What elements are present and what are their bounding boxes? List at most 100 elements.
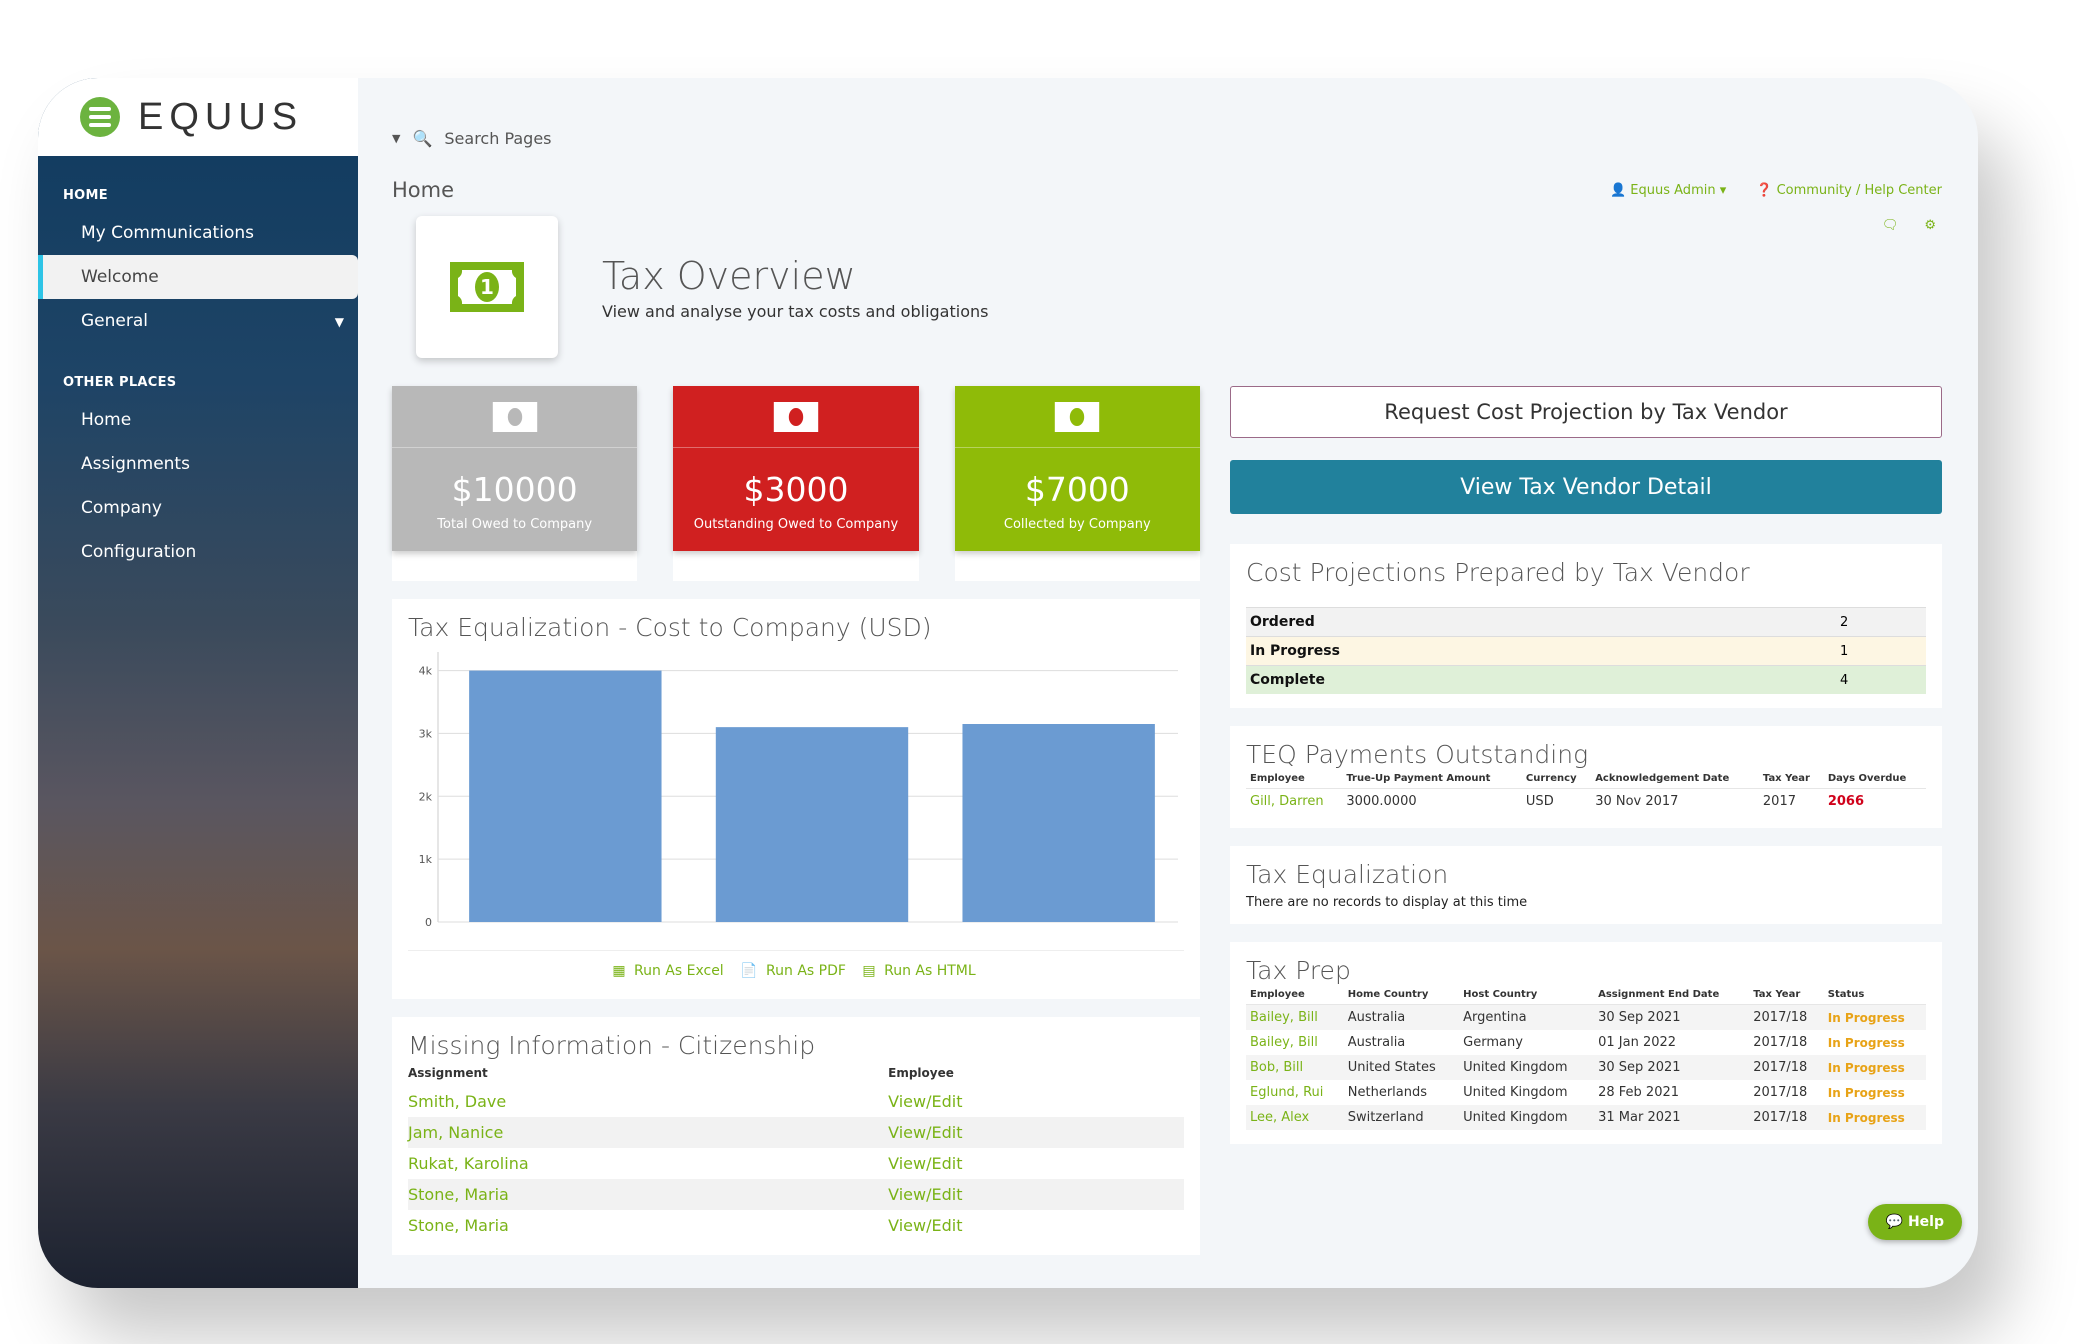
table-cell: Australia bbox=[1343, 1004, 1460, 1030]
run-html-label: Run As HTML bbox=[884, 963, 976, 979]
chat-bubble-icon: 💬 bbox=[1885, 1214, 1908, 1230]
table-cell: United Kingdom bbox=[1459, 1055, 1595, 1080]
table-cell: 30 Sep 2021 bbox=[1594, 1004, 1750, 1030]
table-cell: 30 Nov 2017 bbox=[1595, 794, 1679, 809]
employee-link[interactable]: Bailey, Bill bbox=[1246, 1030, 1344, 1055]
chart-title: Tax Equalization - Cost to Company (USD) bbox=[408, 613, 932, 642]
brand-name: EQUUS bbox=[138, 95, 304, 138]
user-menu[interactable]: 👤 Equus Admin ▾ bbox=[1610, 183, 1726, 198]
table-cell: 2017/18 bbox=[1753, 1085, 1808, 1100]
kpi-value: $10000 bbox=[451, 470, 578, 509]
tax-equalization-chart-panel: Tax Equalization - Cost to Company (USD)… bbox=[392, 599, 1200, 999]
table-row: Stone, Maria View/Edit bbox=[408, 1210, 1184, 1241]
column-header: Employee bbox=[1246, 985, 1344, 1005]
sidebar-item-welcome[interactable]: Welcome bbox=[38, 255, 358, 299]
run-as-excel-link[interactable]: ▦ Run As Excel bbox=[612, 963, 727, 979]
kpi-label: Collected by Company bbox=[1003, 517, 1151, 532]
y-tick-label: 3k bbox=[419, 727, 433, 740]
column-header: Home Country bbox=[1343, 985, 1460, 1005]
page-title: Tax Overview bbox=[602, 253, 856, 298]
view-tax-vendor-detail-button[interactable]: View Tax Vendor Detail bbox=[1230, 460, 1942, 514]
logo[interactable]: EQUUS bbox=[38, 78, 358, 156]
missing-info-title: Missing Information - Citizenship bbox=[408, 1031, 816, 1060]
table-cell: Germany bbox=[1463, 1035, 1523, 1050]
kpi-collected[interactable]: $7000 Collected by Company bbox=[954, 386, 1200, 551]
sidebar-item-label: Home bbox=[81, 410, 132, 430]
gear-icon[interactable]: ⚙ bbox=[1924, 218, 1936, 233]
table-row: Ordered 2 bbox=[1246, 607, 1926, 637]
status-count: 1 bbox=[1836, 636, 1926, 666]
table-cell: Australia bbox=[1347, 1035, 1406, 1050]
sidebar-item-home[interactable]: Home bbox=[38, 398, 358, 442]
nav-heading-other-places: OTHER PLACES bbox=[63, 375, 177, 390]
user-icon: 👤 bbox=[1609, 182, 1631, 198]
table-cell: 31 Mar 2021 bbox=[1594, 1105, 1750, 1130]
bar[interactable] bbox=[715, 727, 909, 922]
help-label: Help bbox=[1907, 1214, 1944, 1230]
column-header: True-Up Payment Amount bbox=[1342, 769, 1522, 789]
view-edit-link[interactable]: View/Edit bbox=[888, 1117, 1184, 1148]
sidebar-item-general[interactable]: General ▼ bbox=[38, 299, 358, 343]
employee-link[interactable]: Gill, Darren bbox=[1246, 789, 1342, 815]
sidebar-item-company[interactable]: Company bbox=[38, 486, 358, 530]
column-header: Host Country bbox=[1459, 985, 1595, 1005]
y-tick-label: 1k bbox=[419, 853, 433, 866]
tax-prep-table: Employee Home Country Host Country Assignme… bbox=[1246, 985, 1926, 1130]
sidebar-item-label: My Communications bbox=[81, 223, 254, 243]
assignment-link[interactable]: Stone, Maria bbox=[408, 1179, 889, 1210]
column-header: Currency bbox=[1521, 769, 1592, 789]
kpi-value: $3000 bbox=[743, 470, 849, 509]
column-header: Tax Year bbox=[1758, 769, 1824, 789]
column-header: Employee bbox=[1246, 769, 1343, 789]
table-row: Bailey, Bill Australia Germany 01 Jan 2022 2… bbox=[1246, 1030, 1926, 1055]
employee-link[interactable]: Lee, Alex bbox=[1246, 1105, 1344, 1130]
sidebar-item-assignments[interactable]: Assignments bbox=[38, 442, 358, 486]
missing-info-panel: Missing Information - Citizenship Assign… bbox=[392, 1017, 1200, 1255]
user-name: Equus Admin bbox=[1630, 182, 1716, 198]
kpi-total-owed[interactable]: $10000 Total Owed to Company bbox=[392, 386, 638, 551]
caret-down-icon[interactable]: ▼ bbox=[392, 132, 400, 145]
employee-link[interactable]: Bob, Bill bbox=[1246, 1055, 1344, 1080]
table-cell: 28 Feb 2021 bbox=[1598, 1085, 1680, 1100]
table-cell: 2066 bbox=[1827, 794, 1865, 809]
status-label: Complete bbox=[1246, 665, 1836, 694]
view-edit-link[interactable]: View/Edit bbox=[888, 1210, 1184, 1241]
sidebar-item-label: Configuration bbox=[81, 542, 197, 562]
table-row: In Progress 1 bbox=[1246, 636, 1926, 666]
sidebar-item-my-communications[interactable]: My Communications bbox=[38, 211, 358, 255]
assignment-link[interactable]: Rukat, Karolina bbox=[408, 1148, 888, 1179]
bar[interactable] bbox=[962, 724, 1155, 922]
run-as-pdf-link[interactable]: 📄 Run As PDF bbox=[740, 963, 850, 979]
assignment-link[interactable]: Jam, Nanice bbox=[408, 1117, 889, 1148]
employee-link[interactable]: Eglund, Rui bbox=[1246, 1080, 1344, 1105]
sidebar-item-configuration[interactable]: Configuration bbox=[38, 530, 358, 574]
table-row: Complete 4 bbox=[1246, 665, 1926, 694]
kpi-outstanding-owed[interactable]: $3000 Outstanding Owed to Company bbox=[673, 386, 919, 551]
status-label: Ordered bbox=[1246, 607, 1836, 637]
bar[interactable] bbox=[469, 670, 662, 922]
teq-title: TEQ Payments Outstanding bbox=[1246, 740, 1589, 769]
employee-link[interactable]: Bailey, Bill bbox=[1246, 1004, 1344, 1030]
sidebar-item-label: Assignments bbox=[81, 454, 190, 474]
tax-eq-title: Tax Equalization bbox=[1246, 860, 1449, 889]
app-window: EQUUS HOME My Communications Welcome Gen… bbox=[38, 78, 1978, 1288]
comment-icon[interactable]: 🗨 bbox=[1882, 218, 1899, 233]
view-edit-link[interactable]: View/Edit bbox=[888, 1148, 1184, 1179]
view-edit-link[interactable]: View/Edit bbox=[888, 1086, 1184, 1117]
view-edit-link[interactable]: View/Edit bbox=[888, 1179, 1184, 1210]
request-cost-projection-button[interactable]: Request Cost Projection by Tax Vendor bbox=[1230, 386, 1942, 438]
y-tick-label: 4k bbox=[419, 665, 433, 678]
breadcrumb: Home bbox=[392, 178, 455, 202]
help-center-link[interactable]: ❓ Community / Help Center bbox=[1756, 183, 1942, 198]
money-bill-icon bbox=[392, 386, 638, 448]
table-cell: In Progress bbox=[1823, 1004, 1926, 1030]
help-button[interactable]: 💬 Help bbox=[1867, 1204, 1962, 1240]
run-as-html-link[interactable]: ▤ Run As HTML bbox=[862, 963, 979, 979]
column-header: Assignment bbox=[408, 1066, 488, 1080]
sidebar-item-label: General bbox=[81, 311, 148, 331]
assignment-link[interactable]: Stone, Maria bbox=[408, 1210, 888, 1241]
breadcrumb-row: Home 👤 Equus Admin ▾ ❓ Community / Help … bbox=[392, 178, 1942, 202]
assignment-link[interactable]: Smith, Dave bbox=[408, 1086, 888, 1117]
table-cell: United Kingdom bbox=[1463, 1085, 1568, 1100]
search-input[interactable]: Search Pages bbox=[444, 129, 551, 148]
